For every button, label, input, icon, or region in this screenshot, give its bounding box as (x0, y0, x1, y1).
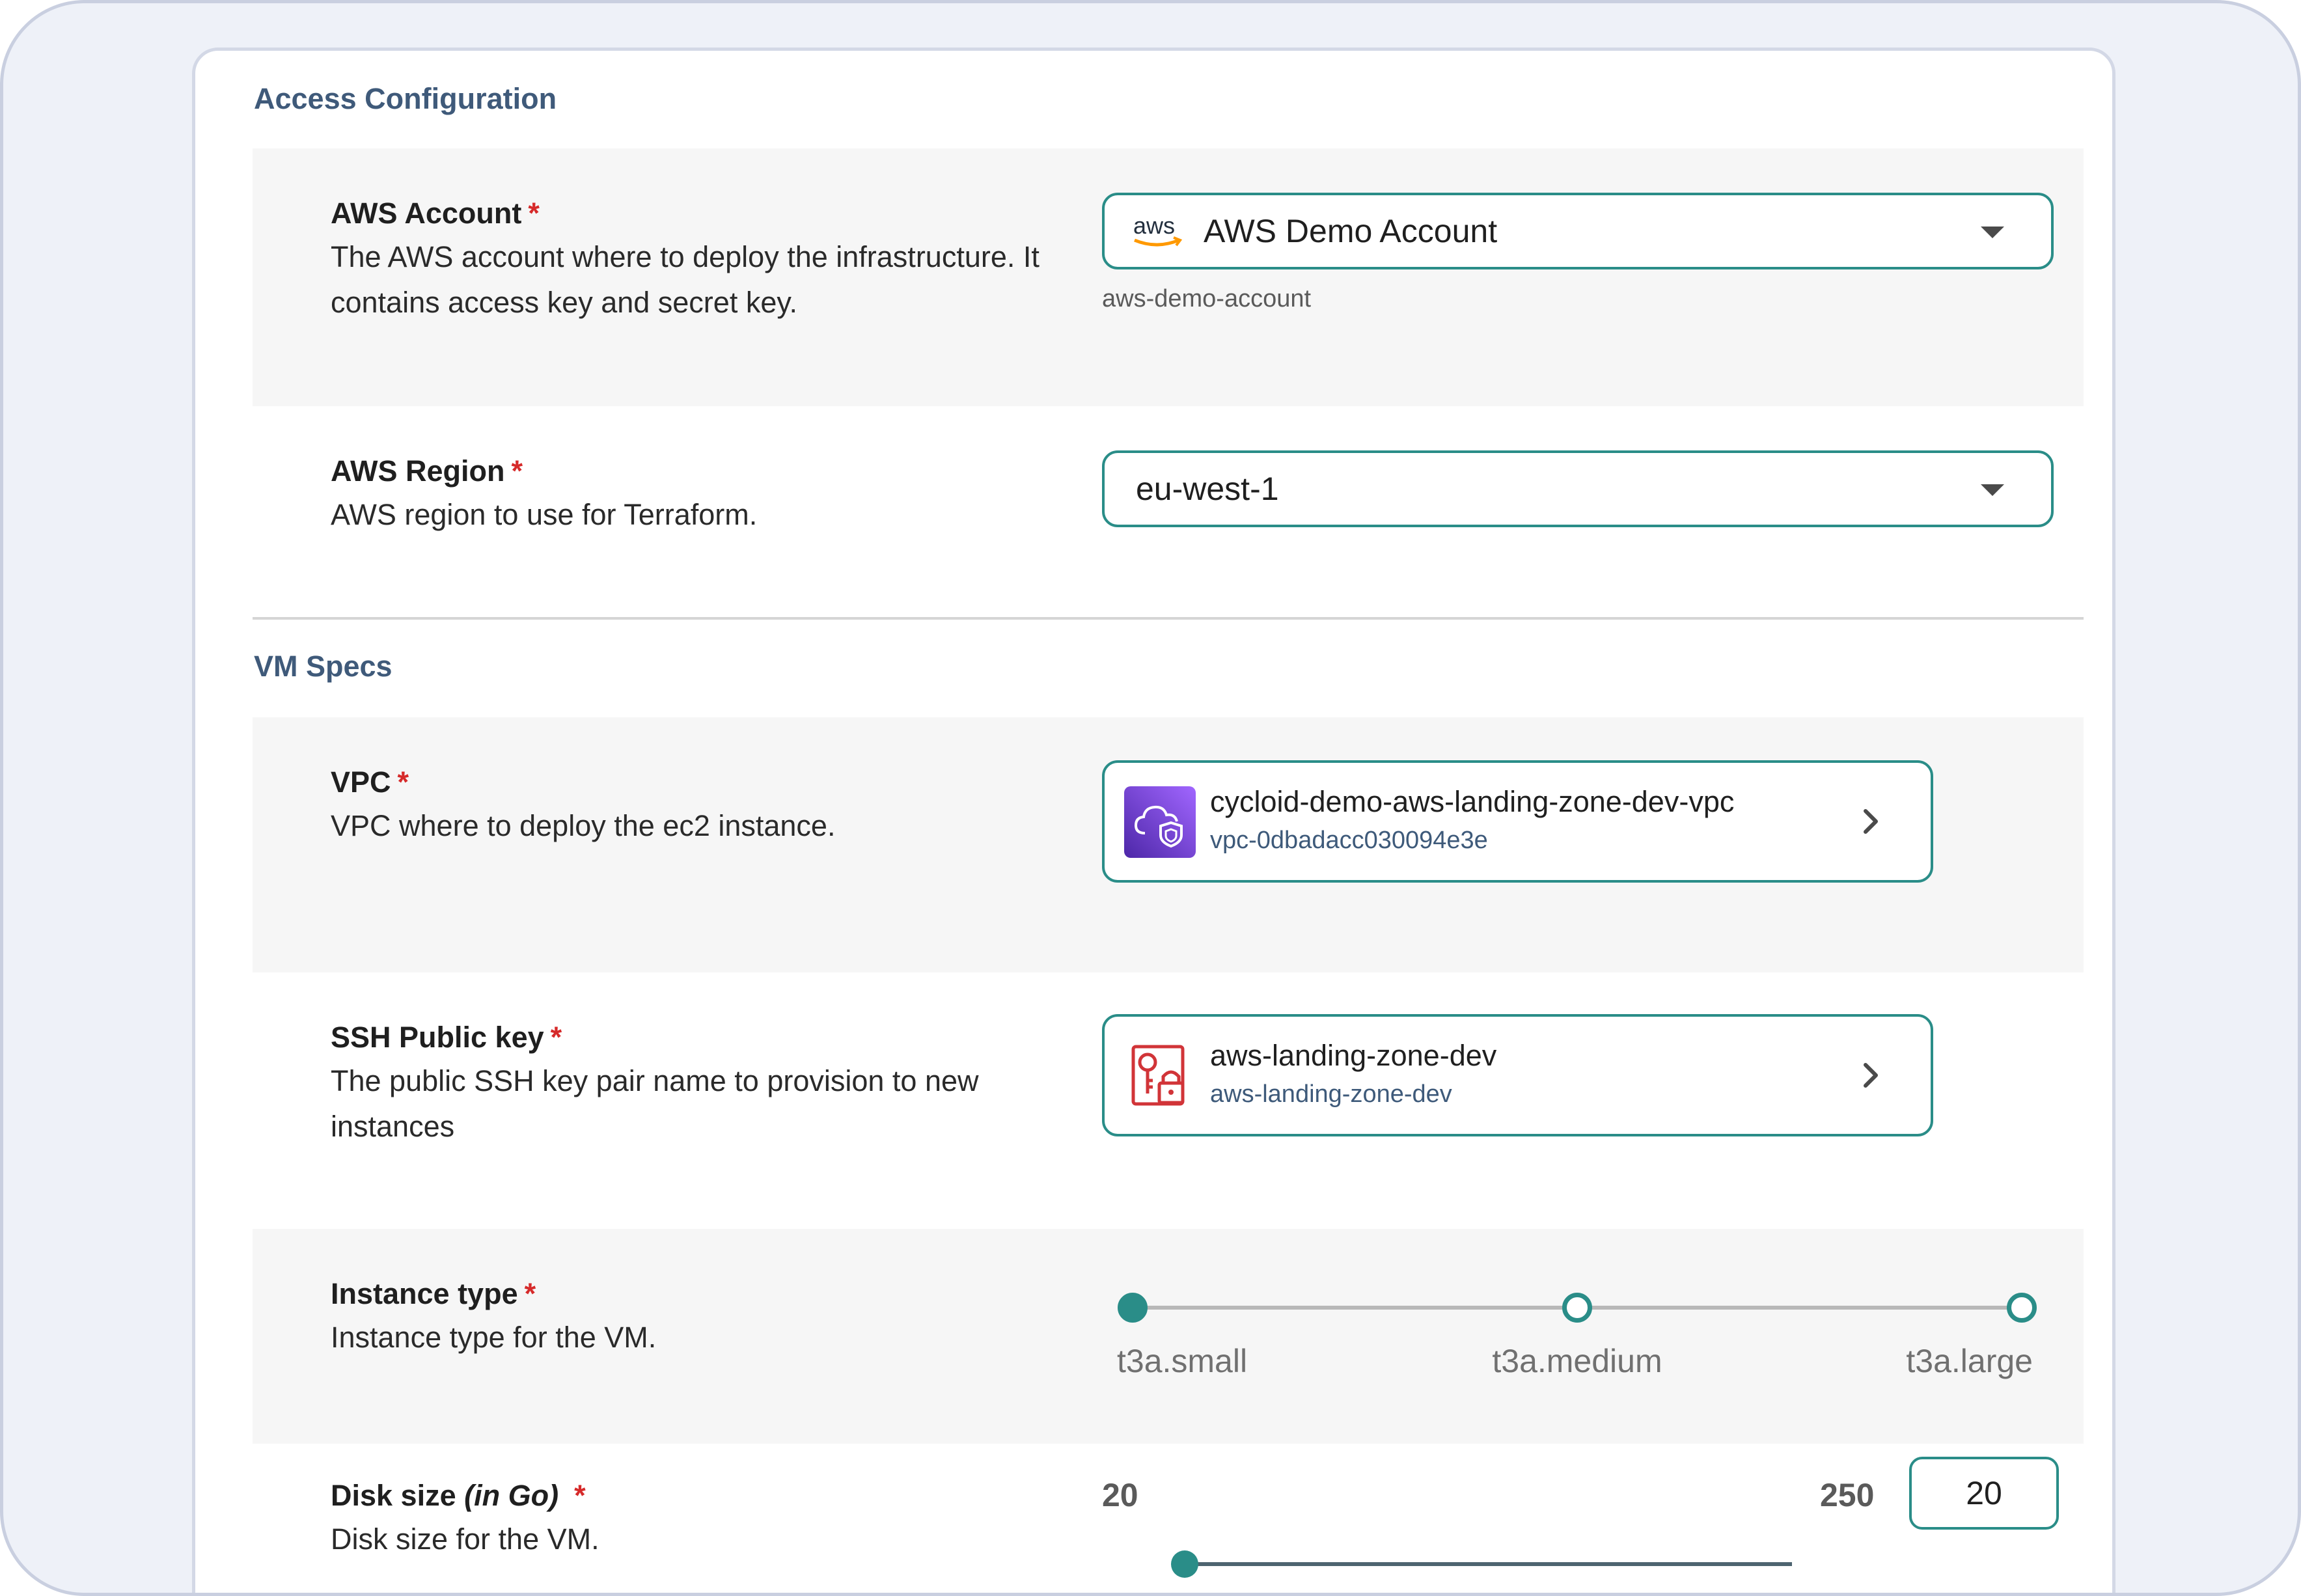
required-marker: * (397, 765, 409, 799)
vpc-description: VPC where to deploy the ec2 instance. (331, 809, 836, 842)
step-dot-small[interactable] (1118, 1293, 1148, 1323)
disk-size-label-block: Disk size (in Go) * Disk size for the VM. (331, 1476, 1079, 1562)
step-dot-medium[interactable] (1562, 1293, 1592, 1323)
ssh-key-label: SSH Public key * (331, 1021, 562, 1054)
required-marker: * (550, 1021, 562, 1054)
disk-size-row: Disk size (in Go) * Disk size for the VM.… (253, 1444, 2084, 1593)
aws-region-row: AWS Region * AWS region to use for Terraf… (253, 406, 2084, 663)
chevron-down-icon[interactable] (1981, 484, 2004, 496)
ssh-key-card-sub: aws-landing-zone-dev (1210, 1080, 1452, 1108)
instance-type-row: Instance type * Instance type for the VM.… (253, 1229, 2084, 1444)
disk-size-description: Disk size for the VM. (331, 1522, 599, 1556)
vpc-card-title: cycloid-demo-aws-landing-zone-dev-vpc (1210, 785, 1735, 818)
ssh-key-card-title: aws-landing-zone-dev (1210, 1039, 1497, 1072)
ssh-key-label-block: SSH Public key * The public SSH key pair … (331, 1018, 1079, 1149)
step-label-medium[interactable]: t3a.medium (1486, 1342, 1668, 1380)
chevron-right-icon (1864, 1063, 1878, 1088)
aws-account-value: AWS Demo Account (1204, 213, 1498, 249)
disk-size-max: 250 (1820, 1477, 1875, 1513)
chevron-down-icon[interactable] (1981, 227, 2004, 238)
aws-region-select[interactable]: eu-west-1 (1102, 450, 2054, 527)
required-marker: * (574, 1479, 586, 1512)
instance-type-label: Instance type * (331, 1277, 536, 1310)
instance-type-description: Instance type for the VM. (331, 1321, 657, 1354)
instance-type-label-block: Instance type * Instance type for the VM. (331, 1274, 1079, 1360)
aws-region-label: AWS Region * (331, 454, 523, 488)
step-dot-large[interactable] (2007, 1293, 2037, 1323)
key-lock-icon (1131, 1045, 1185, 1106)
ssh-key-card[interactable]: aws-landing-zone-dev aws-landing-zone-de… (1102, 1014, 1933, 1136)
slider-track[interactable] (1180, 1562, 1792, 1566)
disk-size-input[interactable]: 20 (1909, 1457, 2059, 1530)
ssh-key-description: The public SSH key pair name to provisio… (331, 1064, 979, 1143)
section-title-vm: VM Specs (254, 650, 393, 683)
vpc-card-id: vpc-0dbadacc030094e3e (1210, 827, 1488, 854)
aws-account-label: AWS Account * (331, 197, 540, 230)
slider-thumb[interactable] (1171, 1550, 1198, 1578)
section-divider (253, 617, 2084, 620)
step-label-large[interactable]: t3a.large (1838, 1342, 2033, 1380)
aws-account-row: AWS Account * The AWS account where to de… (253, 148, 2084, 406)
aws-region-value: eu-west-1 (1136, 471, 1279, 507)
ssh-key-row: SSH Public key * The public SSH key pair … (253, 972, 2084, 1229)
section-title-access: Access Configuration (254, 82, 557, 115)
aws-region-label-block: AWS Region * AWS region to use for Terraf… (331, 452, 1079, 538)
disk-size-label: Disk size (in Go) * (331, 1479, 586, 1512)
vpc-card[interactable]: cycloid-demo-aws-landing-zone-dev-vpc vp… (1102, 760, 1933, 883)
svg-text:aws: aws (1133, 212, 1175, 239)
aws-logo-icon: aws (1133, 212, 1183, 247)
vpc-label-block: VPC * VPC where to deploy the ec2 instanc… (331, 763, 1079, 849)
disk-size-min: 20 (1102, 1477, 1138, 1513)
aws-account-select[interactable]: aws AWS Demo Account (1102, 193, 2054, 269)
chevron-right-icon (1864, 809, 1878, 834)
aws-account-subtext: aws-demo-account (1102, 285, 1312, 312)
aws-account-description: The AWS account where to deploy the infr… (331, 240, 1040, 319)
aws-region-description: AWS region to use for Terraform. (331, 498, 758, 531)
aws-account-label-block: AWS Account * The AWS account where to de… (331, 194, 1079, 325)
form-panel: Access Configuration AWS Account * The AW… (192, 48, 2115, 1593)
window-frame: Access Configuration AWS Account * The AW… (0, 0, 2301, 1596)
required-marker: * (524, 1277, 536, 1310)
required-marker: * (528, 197, 540, 230)
step-label-small[interactable]: t3a.small (1117, 1342, 1247, 1380)
vpc-label: VPC * (331, 765, 409, 799)
vpc-cloud-shield-icon (1124, 786, 1196, 858)
required-marker: * (511, 454, 523, 488)
vpc-row: VPC * VPC where to deploy the ec2 instanc… (253, 717, 2084, 972)
